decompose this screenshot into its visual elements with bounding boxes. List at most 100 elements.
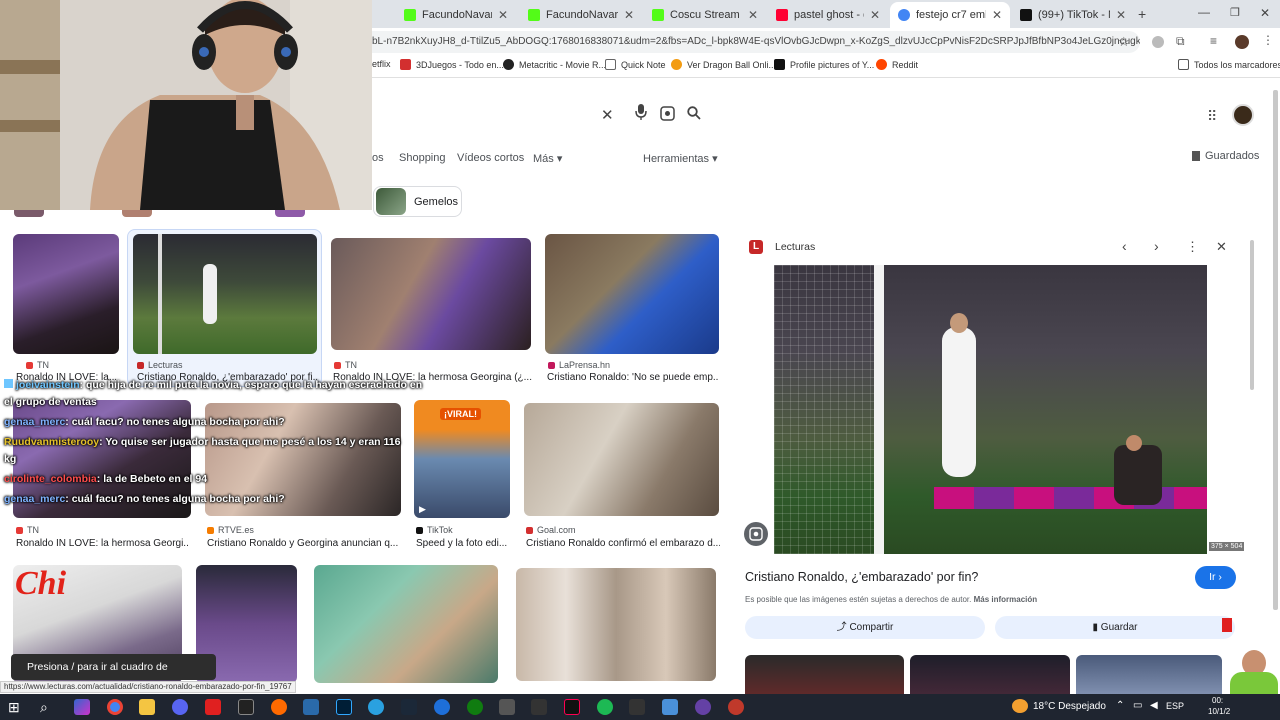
app-icon[interactable] — [205, 699, 221, 715]
result-image[interactable] — [516, 568, 716, 681]
close-window-icon[interactable]: ✕ — [1260, 6, 1270, 20]
previous-icon[interactable]: ‹ — [1122, 238, 1127, 254]
chip-thumbnail[interactable] — [275, 210, 305, 217]
filter-more[interactable]: Más ▾ — [533, 152, 562, 165]
extension-icon[interactable] — [1152, 36, 1164, 48]
filter-tools[interactable]: Herramientas ▾ — [643, 152, 718, 165]
microphone-icon[interactable] — [635, 104, 647, 124]
chrome-icon[interactable] — [107, 699, 123, 715]
xbox-icon[interactable] — [467, 699, 483, 715]
next-icon[interactable]: › — [1154, 238, 1159, 254]
minimize-icon[interactable]: — — [1198, 5, 1210, 19]
steam-icon[interactable] — [401, 699, 417, 715]
app-icon[interactable] — [303, 699, 319, 715]
search-taskbar-icon[interactable]: ⌕ — [40, 699, 56, 715]
volume-icon[interactable]: ◀ — [1150, 700, 1158, 711]
share-button[interactable]: ⤴ Compartir — [745, 616, 985, 639]
copilot-icon[interactable] — [74, 699, 90, 715]
menu-icon[interactable]: ⋮ — [1262, 33, 1274, 47]
saved-link[interactable]: Guardados — [1192, 150, 1259, 162]
result-image[interactable] — [13, 234, 119, 354]
weather-icon[interactable] — [1012, 699, 1028, 713]
result-image[interactable] — [524, 403, 719, 516]
close-panel-icon[interactable]: ✕ — [1216, 239, 1227, 255]
result-image-selected[interactable] — [133, 234, 317, 354]
clock-time[interactable]: 00: — [1212, 696, 1223, 705]
chip-thumbnail[interactable] — [14, 210, 44, 217]
panel-source[interactable]: Lecturas — [775, 241, 815, 253]
close-tab-icon[interactable]: ✕ — [624, 8, 634, 22]
chevron-up-icon[interactable]: ⌃ — [1116, 700, 1124, 711]
tab-3[interactable]: Coscu Stream - Watc ✕ — [644, 4, 766, 26]
windows-start-icon[interactable]: ⊞ — [8, 699, 24, 715]
page-scrollbar[interactable] — [1273, 90, 1278, 610]
result-image[interactable] — [314, 565, 498, 683]
spotify-icon[interactable] — [597, 699, 613, 715]
bookmark-metacritic[interactable]: Metacritic - Movie R... — [503, 59, 606, 70]
clear-icon[interactable]: ✕ — [601, 106, 614, 124]
tab-2[interactable]: FacundoNavarrete St ✕ — [520, 4, 642, 26]
url-field[interactable]: bL-n7B2nkXuyJH8_d-TtilZu5_AbDOGQ:1768016… — [360, 31, 1140, 53]
epic-games-icon[interactable] — [238, 699, 254, 715]
app-icon[interactable] — [434, 699, 450, 715]
tiktok-taskbar-icon[interactable] — [564, 699, 580, 715]
panel-scrollbar[interactable] — [1250, 240, 1254, 390]
close-tab-icon[interactable]: ✕ — [1116, 8, 1126, 22]
telegram-icon[interactable] — [368, 699, 384, 715]
language-indicator[interactable]: ESP — [1166, 701, 1184, 711]
lens-icon[interactable] — [660, 106, 675, 125]
app-icon[interactable] — [531, 699, 547, 715]
result-image[interactable] — [331, 238, 531, 350]
chip-gemelos[interactable]: Gemelos — [373, 186, 462, 217]
search-icon[interactable] — [687, 106, 701, 124]
file-explorer-icon[interactable] — [139, 699, 155, 715]
tab-6[interactable]: (99+) TikTok - Make Y ✕ — [1012, 4, 1134, 26]
app-icon[interactable] — [629, 699, 645, 715]
puzzle-icon[interactable]: ⧉ — [1176, 34, 1185, 49]
filter-news[interactable]: os — [372, 152, 384, 164]
app-icon[interactable] — [271, 699, 287, 715]
lens-search-icon[interactable] — [744, 522, 768, 546]
result-caption[interactable]: Cristiano Ronaldo confirmó el embarazo d… — [526, 538, 720, 549]
result-caption[interactable]: Cristiano Ronaldo y Georgina anuncian q.… — [207, 538, 401, 549]
account-avatar[interactable] — [1232, 104, 1254, 126]
close-tab-icon[interactable]: ✕ — [870, 8, 880, 22]
bookmark-profile-pictures[interactable]: Profile pictures of Y... — [774, 59, 874, 70]
result-caption[interactable]: Ronaldo IN LOVE: la hermosa Georgi... — [16, 538, 188, 549]
bookmark-netflix[interactable]: etflix — [372, 59, 391, 69]
bookmark-reddit[interactable]: Reddit — [876, 59, 918, 70]
bookmark-dragon-ball[interactable]: Ver Dragon Ball Onli... — [671, 59, 776, 70]
tab-5-active[interactable]: festejo cr7 embaraz ✕ — [890, 2, 1010, 28]
filter-shopping[interactable]: Shopping — [399, 152, 446, 164]
all-bookmarks[interactable]: Todos los marcadores — [1178, 59, 1280, 70]
close-tab-icon[interactable]: ✕ — [992, 8, 1002, 22]
discord-icon[interactable] — [172, 699, 188, 715]
tab-4[interactable]: pastel ghost - dark b ✕ — [768, 4, 888, 26]
app-icon[interactable] — [499, 699, 515, 715]
app-icon[interactable] — [695, 699, 711, 715]
result-caption[interactable]: Cristiano Ronaldo: 'No se puede emp... — [547, 372, 719, 383]
filter-short-videos[interactable]: Vídeos cortos — [457, 152, 524, 164]
weather-text[interactable]: 18°C Despejado — [1033, 701, 1106, 712]
new-tab-button[interactable]: + — [1138, 6, 1146, 22]
result-caption[interactable]: Speed y la foto edi... — [416, 538, 510, 549]
result-image[interactable]: ¡VIRAL! ▶ — [414, 400, 510, 518]
star-icon[interactable]: ☆ — [1118, 34, 1130, 50]
restore-icon[interactable]: ❐ — [1230, 6, 1240, 19]
close-tab-icon[interactable]: ✕ — [498, 8, 508, 22]
chip-thumbnail[interactable] — [122, 210, 152, 217]
save-button[interactable]: ▮ Guardar — [995, 616, 1235, 639]
network-icon[interactable]: ▭ — [1133, 700, 1142, 711]
bookmark-quick-note[interactable]: Quick Note — [605, 59, 666, 70]
more-info-link[interactable]: Más información — [974, 595, 1038, 604]
tab-1[interactable]: FacundoNavarrete St ✕ — [396, 4, 516, 26]
preview-image[interactable] — [774, 265, 1207, 554]
panel-title[interactable]: Cristiano Ronaldo, ¿'embarazado' por fin… — [745, 570, 978, 584]
media-icon[interactable]: ≡ — [1210, 34, 1217, 48]
profile-avatar[interactable] — [1235, 35, 1249, 49]
result-image[interactable] — [545, 234, 719, 354]
app-icon[interactable] — [728, 699, 744, 715]
more-options-icon[interactable]: ⋮ — [1186, 239, 1199, 255]
photoshop-icon[interactable] — [336, 699, 352, 715]
bookmark-3djuegos[interactable]: 3DJuegos - Todo en... — [400, 59, 504, 70]
